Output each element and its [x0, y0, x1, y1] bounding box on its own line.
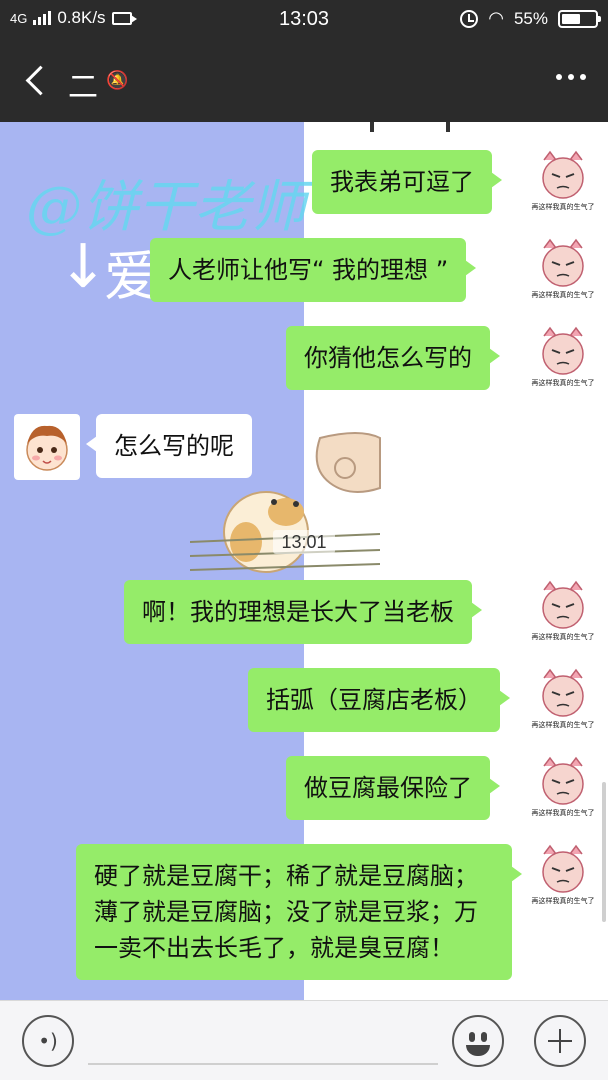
- battery-icon: [558, 9, 601, 28]
- chat-title: 二: [68, 71, 98, 104]
- piglet-face-icon: [542, 844, 584, 893]
- time-separator: 13:01: [0, 530, 608, 554]
- chat-header: 二 🔕: [0, 40, 608, 122]
- avatar-caption: 再这样我真的生气了: [531, 379, 595, 387]
- avatar-caption: 再这样我真的生气了: [531, 291, 595, 299]
- piglet-face-icon: [542, 668, 584, 717]
- more-icon[interactable]: [556, 74, 586, 80]
- avatar-caption: 再这样我真的生气了: [531, 633, 595, 641]
- piglet-face-icon: [542, 326, 584, 375]
- avatar-caption: 再这样我真的生气了: [531, 203, 595, 211]
- my-avatar[interactable]: 再这样我真的生气了: [530, 666, 596, 732]
- my-avatar[interactable]: 再这样我真的生气了: [530, 578, 596, 644]
- battery-percent: 55%: [513, 8, 548, 28]
- message-bubble-sent[interactable]: 啊！我的理想是长大了当老板: [124, 580, 482, 644]
- cartoon-kid-icon: [26, 425, 68, 471]
- my-avatar[interactable]: 再这样我真的生气了: [530, 842, 596, 908]
- message-bubble-received[interactable]: 怎么写的呢: [86, 414, 252, 478]
- mute-icon: 🔕: [106, 70, 129, 91]
- piglet-face-icon: [542, 580, 584, 629]
- my-avatar[interactable]: 再这样我真的生气了: [530, 324, 596, 390]
- background-device-edge: [370, 122, 450, 132]
- message-input[interactable]: [88, 1019, 438, 1065]
- piglet-face-icon: [542, 150, 584, 199]
- contact-avatar[interactable]: [14, 414, 80, 480]
- background-scribble: @饼干老师: [26, 175, 306, 240]
- message-bubble-sent[interactable]: 做豆腐最保险了: [286, 756, 500, 820]
- avatar-caption: 再这样我真的生气了: [531, 809, 595, 817]
- message-bubble-sent[interactable]: 硬了就是豆腐干；稀了就是豆腐脑；薄了就是豆腐脑；没了就是豆浆；万一卖不出去长毛了…: [76, 844, 522, 980]
- my-avatar[interactable]: 再这样我真的生气了: [530, 148, 596, 214]
- alarm-icon: [460, 9, 479, 28]
- my-avatar[interactable]: 再这样我真的生气了: [530, 236, 596, 302]
- wifi-icon: ◠: [488, 8, 504, 28]
- status-bar: 4G 0.8K/s 13:03 ◠ 55%: [0, 0, 608, 40]
- plus-icon[interactable]: [534, 1015, 586, 1067]
- scrollbar[interactable]: [602, 782, 606, 922]
- status-right: ◠ 55%: [460, 8, 601, 29]
- chat-area[interactable]: @饼干老师 ↓ 爱 我表弟可逗了 人老师让他写“ 我的理想 ” 你猜他怎么写的 …: [0, 122, 608, 1000]
- my-avatar[interactable]: 再这样我真的生气了: [530, 754, 596, 820]
- emoji-icon[interactable]: [452, 1015, 504, 1067]
- avatar-caption: 再这样我真的生气了: [531, 721, 595, 729]
- piglet-face-icon: [542, 756, 584, 805]
- input-bar: •): [0, 1000, 608, 1080]
- background-arrow-icon: ↓: [58, 232, 109, 302]
- message-bubble-sent[interactable]: 你猜他怎么写的: [286, 326, 500, 390]
- piglet-face-icon: [542, 238, 584, 287]
- back-icon[interactable]: [24, 66, 54, 96]
- voice-icon[interactable]: •): [22, 1015, 74, 1067]
- message-bubble-sent[interactable]: 我表弟可逗了: [312, 150, 502, 214]
- message-bubble-sent[interactable]: 人老师让他写“ 我的理想 ”: [150, 238, 477, 302]
- avatar-caption: 再这样我真的生气了: [531, 897, 595, 905]
- message-bubble-sent[interactable]: 括弧（豆腐店老板）: [248, 668, 510, 732]
